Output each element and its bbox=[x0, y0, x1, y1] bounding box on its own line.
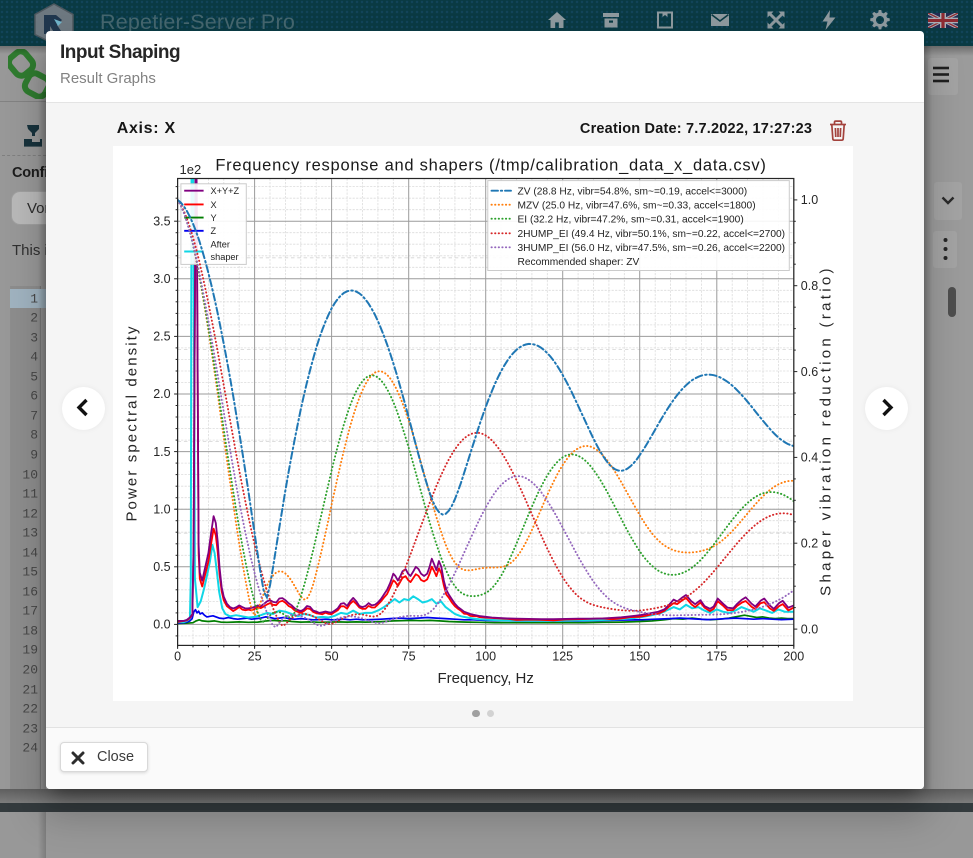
svg-text:2HUMP_EI (49.4 Hz, vibr=50.1%,: 2HUMP_EI (49.4 Hz, vibr=50.1%, sm~=0.22,… bbox=[517, 229, 785, 240]
svg-text:1.5: 1.5 bbox=[153, 445, 170, 459]
svg-text:100: 100 bbox=[475, 650, 496, 664]
svg-text:After: After bbox=[210, 239, 229, 249]
svg-text:2.5: 2.5 bbox=[153, 330, 170, 344]
svg-text:200: 200 bbox=[783, 650, 804, 664]
svg-text:Recommended shaper: ZV: Recommended shaper: ZV bbox=[517, 257, 639, 268]
svg-text:50: 50 bbox=[325, 650, 339, 664]
svg-text:0.0: 0.0 bbox=[153, 618, 170, 632]
svg-text:150: 150 bbox=[629, 650, 650, 664]
svg-text:Shaper vibration reduction (ra: Shaper vibration reduction (ratio) bbox=[817, 265, 834, 596]
svg-text:0.8: 0.8 bbox=[801, 279, 818, 293]
svg-text:X+Y+Z: X+Y+Z bbox=[210, 186, 239, 196]
svg-text:MZV (25.0 Hz, vibr=47.6%, sm~=: MZV (25.0 Hz, vibr=47.6%, sm~=0.33, acce… bbox=[517, 201, 755, 212]
svg-text:75: 75 bbox=[402, 650, 416, 664]
svg-text:Frequency response and shapers: Frequency response and shapers (/tmp/cal… bbox=[215, 157, 766, 175]
svg-text:25: 25 bbox=[248, 650, 262, 664]
svg-text:3.5: 3.5 bbox=[153, 214, 170, 228]
svg-text:0.6: 0.6 bbox=[801, 365, 818, 379]
svg-text:Y: Y bbox=[210, 213, 216, 223]
svg-text:1e2: 1e2 bbox=[179, 162, 201, 177]
svg-text:1.0: 1.0 bbox=[153, 502, 170, 516]
svg-text:0: 0 bbox=[174, 650, 181, 664]
svg-text:EI (32.2 Hz, vibr=47.2%, sm~=0: EI (32.2 Hz, vibr=47.2%, sm~=0.31, accel… bbox=[517, 215, 743, 226]
svg-text:0.5: 0.5 bbox=[153, 560, 170, 574]
svg-text:3HUMP_EI (56.0 Hz, vibr=47.5%,: 3HUMP_EI (56.0 Hz, vibr=47.5%, sm~=0.26,… bbox=[517, 243, 785, 254]
svg-text:0.4: 0.4 bbox=[801, 451, 818, 465]
svg-text:1.0: 1.0 bbox=[801, 193, 818, 207]
svg-text:X: X bbox=[210, 200, 216, 210]
svg-text:Frequency, Hz: Frequency, Hz bbox=[437, 670, 533, 687]
svg-text:0.2: 0.2 bbox=[801, 536, 818, 550]
svg-text:Z: Z bbox=[210, 226, 216, 236]
svg-text:0.0: 0.0 bbox=[801, 622, 818, 636]
svg-text:shaper: shaper bbox=[210, 252, 238, 262]
svg-text:175: 175 bbox=[706, 650, 727, 664]
svg-text:ZV (28.8 Hz, vibr=54.8%, sm~=0: ZV (28.8 Hz, vibr=54.8%, sm~=0.19, accel… bbox=[517, 187, 747, 198]
svg-text:125: 125 bbox=[552, 650, 573, 664]
svg-text:2.0: 2.0 bbox=[153, 387, 170, 401]
svg-text:3.0: 3.0 bbox=[153, 272, 170, 286]
svg-text:Power spectral density: Power spectral density bbox=[123, 324, 140, 521]
